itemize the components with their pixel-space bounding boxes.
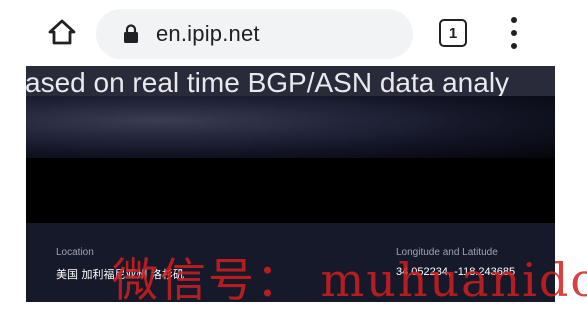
menu-dot [511, 17, 517, 23]
address-bar[interactable]: en.ipip.net [96, 9, 413, 59]
url-text: en.ipip.net [156, 21, 260, 46]
lock-icon [122, 23, 140, 45]
ip-info-band [26, 223, 555, 302]
home-button[interactable] [44, 14, 80, 50]
tab-switcher-button[interactable]: 1 [439, 19, 467, 47]
hero-dark-area [26, 158, 555, 223]
coordinates-label: Longitude and Latitude [396, 247, 498, 258]
browser-toolbar: en.ipip.net 1 [0, 0, 587, 66]
location-label: Location [56, 247, 94, 258]
location-value: 美国 加利福尼亚州 洛杉矶 [56, 268, 184, 281]
menu-dot [511, 30, 517, 36]
screen: en.ipip.net 1 ased on real time BGP/ASN … [0, 0, 587, 319]
home-icon [48, 19, 76, 45]
more-menu-button[interactable] [505, 17, 523, 49]
web-page-content: ased on real time BGP/ASN data analy Loc… [26, 66, 555, 302]
coordinates-value: 34.052234, -118.243685 [396, 266, 516, 278]
menu-dot [511, 43, 517, 49]
tab-count: 1 [448, 24, 458, 42]
hero-headline: ased on real time BGP/ASN data analy [26, 66, 555, 100]
hero-background-image [26, 96, 555, 158]
